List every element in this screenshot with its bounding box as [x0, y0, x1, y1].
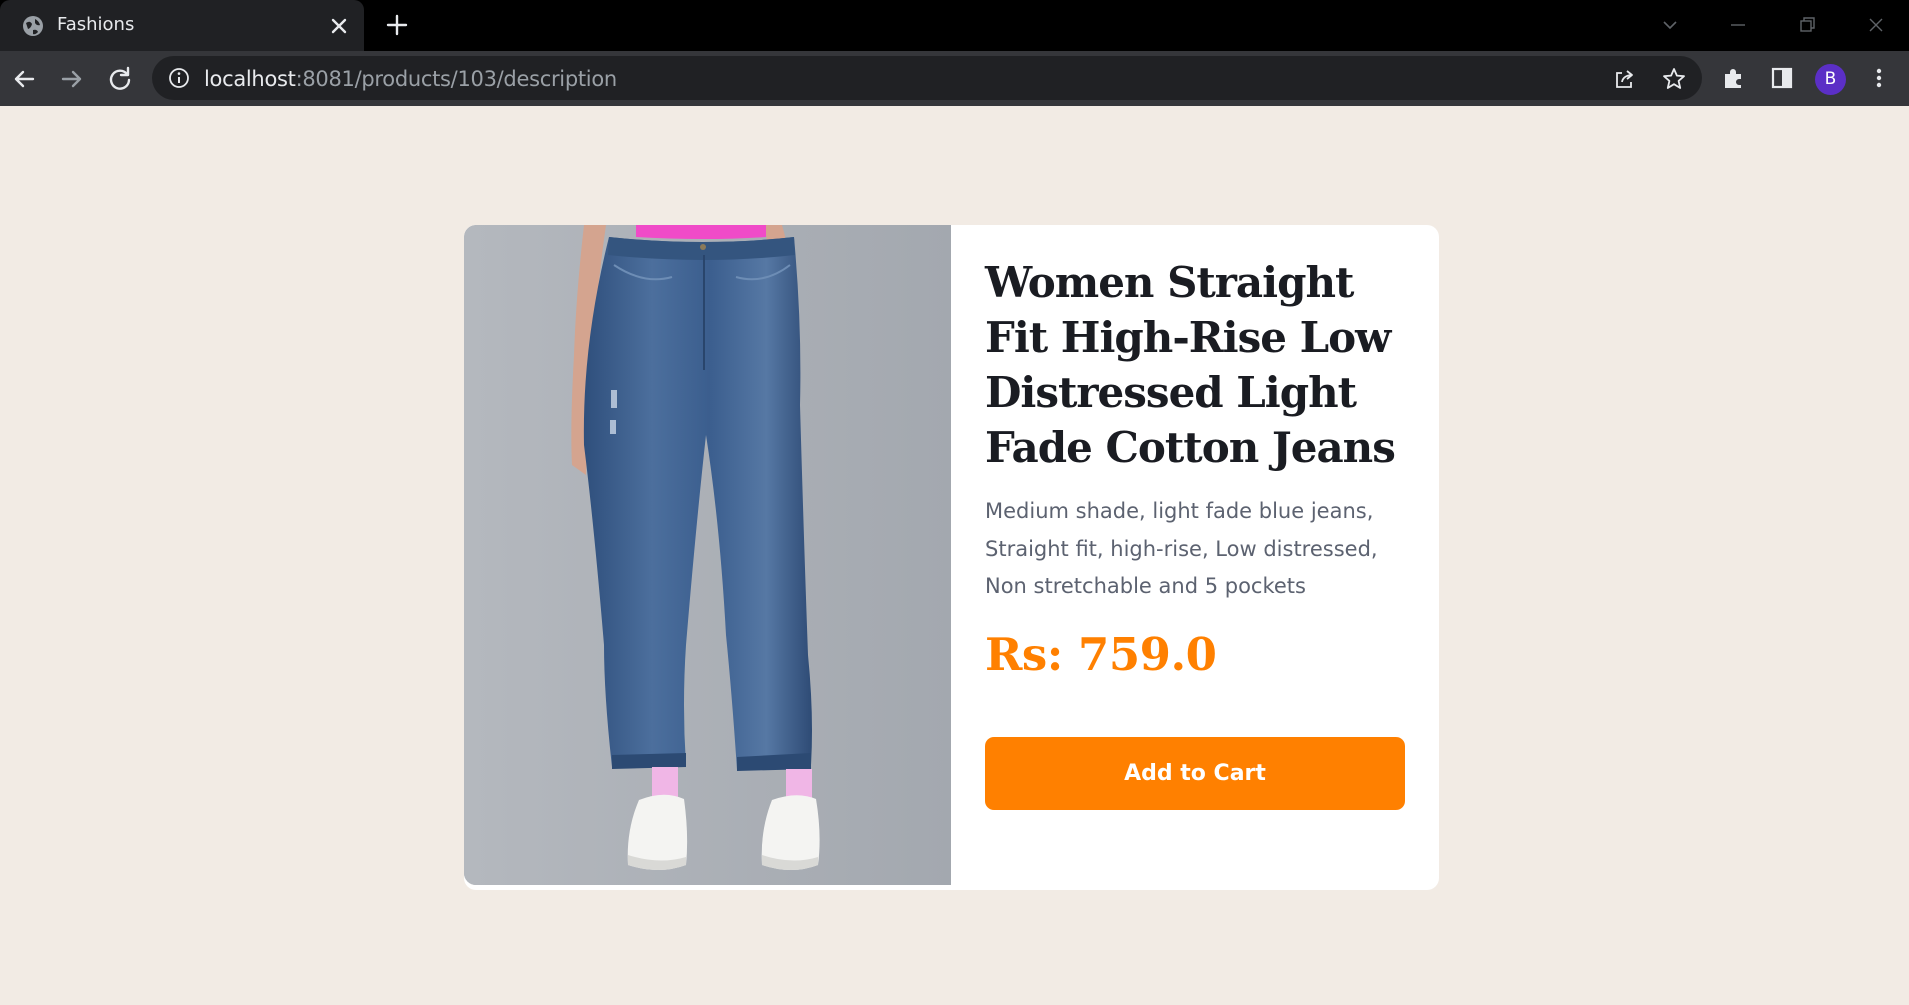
jeans-photo: [464, 225, 951, 885]
close-icon[interactable]: [327, 14, 351, 38]
browser-titlebar: Fashions: [0, 0, 1909, 51]
arrow-left-icon[interactable]: [9, 64, 39, 94]
url-text[interactable]: localhost:8081/products/103/description: [204, 67, 617, 91]
info-icon[interactable]: [168, 67, 190, 89]
url-path: :8081/products/103/description: [295, 67, 618, 91]
product-card: Women Straight Fit High-Rise Low Distres…: [464, 225, 1439, 890]
product-title: Women Straight Fit High-Rise Low Distres…: [985, 258, 1396, 472]
globe-icon: [23, 16, 43, 36]
add-to-cart-button[interactable]: Add to Cart: [985, 737, 1405, 810]
star-icon[interactable]: [1661, 66, 1687, 92]
address-bar[interactable]: localhost:8081/products/103/description: [152, 56, 1702, 100]
product-description: Medium shade, light fade blue jeans, Str…: [985, 499, 1378, 598]
chevron-down-icon[interactable]: [1655, 10, 1685, 40]
reload-icon[interactable]: [105, 64, 135, 94]
puzzle-icon[interactable]: [1720, 64, 1748, 92]
profile-avatar[interactable]: B: [1815, 64, 1846, 95]
browser-toolbar: localhost:8081/products/103/description …: [0, 51, 1909, 106]
kebab-menu-icon[interactable]: [1865, 64, 1893, 92]
arrow-right-icon[interactable]: [57, 64, 87, 94]
side-panel-icon[interactable]: [1768, 64, 1796, 92]
share-icon[interactable]: [1612, 66, 1638, 92]
close-icon[interactable]: [1861, 10, 1891, 40]
plus-icon[interactable]: [384, 12, 410, 38]
product-info: Women Straight Fit High-Rise Low Distres…: [985, 255, 1415, 681]
product-price: Rs: 759.0: [985, 627, 1217, 681]
url-host: localhost: [204, 67, 296, 91]
tab-title: Fashions: [57, 14, 135, 35]
product-image: [464, 225, 951, 885]
restore-icon[interactable]: [1792, 10, 1822, 40]
browser-tab-active[interactable]: Fashions: [0, 0, 364, 51]
minimize-icon[interactable]: [1723, 10, 1753, 40]
